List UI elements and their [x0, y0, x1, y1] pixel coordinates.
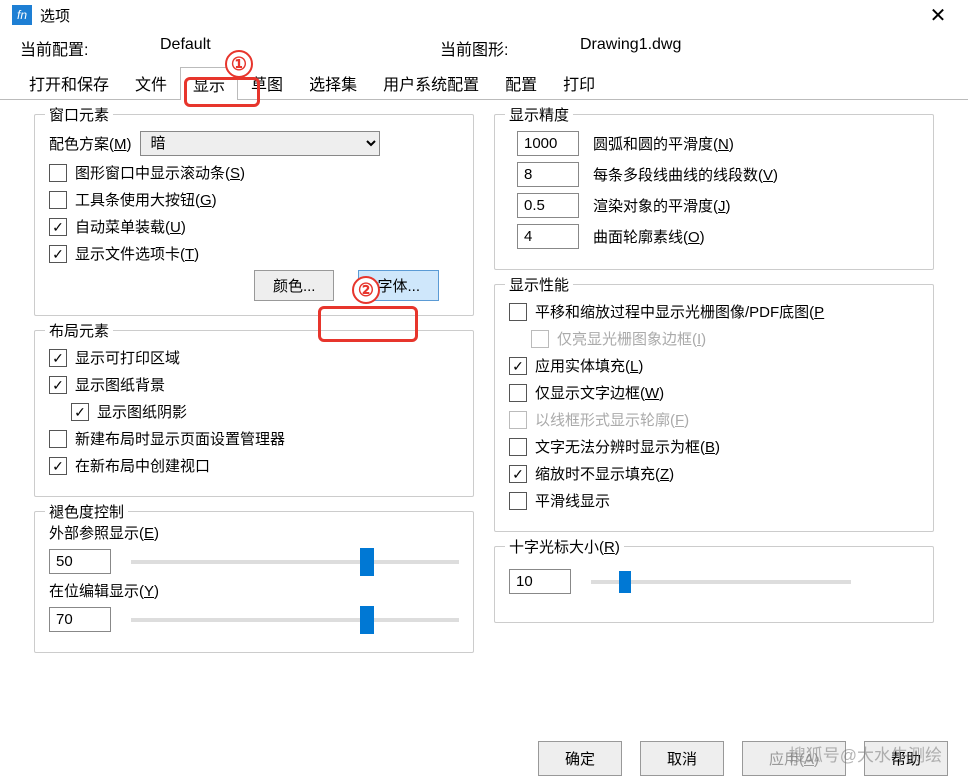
apply-button: 应用(A) — [742, 741, 846, 776]
file-tabs-label: 显示文件选项卡(T) — [75, 243, 199, 264]
app-icon: fn — [12, 5, 32, 25]
tab-bar: 打开和保存 文件 显示 草图 选择集 用户系统配置 配置 打印 — [0, 66, 968, 100]
highlight-frame-checkbox — [531, 330, 549, 348]
group-precision-title: 显示精度 — [505, 104, 573, 125]
group-fade-control: 褪色度控制 外部参照显示(E) 在位编辑显示(Y) — [34, 511, 474, 653]
text-frame-checkbox[interactable] — [509, 384, 527, 402]
group-precision: 显示精度 圆弧和圆的平滑度(N) 每条多段线曲线的线段数(V) 渲染对象的平滑度… — [494, 114, 934, 270]
cancel-button[interactable]: 取消 — [640, 741, 724, 776]
wireframe-label: 以线框形式显示轮廓(F) — [535, 409, 689, 430]
tab-open-save[interactable]: 打开和保存 — [16, 66, 122, 99]
current-drawing-label: 当前图形: — [440, 36, 580, 60]
surface-contour-input[interactable] — [517, 224, 579, 249]
crosshair-thumb[interactable] — [619, 571, 631, 593]
current-drawing-value: Drawing1.dwg — [580, 36, 860, 60]
render-smoothness-input[interactable] — [517, 193, 579, 218]
polyline-segments-label: 每条多段线曲线的线段数(V) — [593, 164, 778, 185]
arc-smoothness-input[interactable] — [517, 131, 579, 156]
smooth-lines-checkbox[interactable] — [509, 492, 527, 510]
no-fill-zoom-checkbox[interactable] — [509, 465, 527, 483]
tab-display[interactable]: 显示 — [180, 67, 238, 100]
large-buttons-label: 工具条使用大按钮(G) — [75, 189, 217, 210]
no-fill-zoom-label: 缩放时不显示填充(Z) — [535, 463, 674, 484]
font-button[interactable]: 字体... — [358, 270, 439, 301]
pan-zoom-raster-label: 平移和缩放过程中显示光栅图像/PDF底图(P — [535, 301, 824, 322]
inplace-fade-thumb[interactable] — [360, 606, 374, 634]
window-title: 选项 — [40, 5, 918, 26]
page-setup-label: 新建布局时显示页面设置管理器 — [75, 428, 285, 449]
group-window-elements: 窗口元素 配色方案(M) 暗 图形窗口中显示滚动条(S) 工具条使用大按钮(G)… — [34, 114, 474, 316]
page-setup-checkbox[interactable] — [49, 430, 67, 448]
ok-button[interactable]: 确定 — [538, 741, 622, 776]
paper-shadow-checkbox[interactable] — [71, 403, 89, 421]
group-crosshair: 十字光标大小(R) — [494, 546, 934, 623]
large-buttons-checkbox[interactable] — [49, 191, 67, 209]
paper-bg-checkbox[interactable] — [49, 376, 67, 394]
tab-draft[interactable]: 草图 — [238, 66, 296, 99]
crosshair-input[interactable] — [509, 569, 571, 594]
inplace-fade-slider[interactable] — [131, 618, 459, 622]
crosshair-slider[interactable] — [591, 580, 851, 584]
pan-zoom-raster-checkbox[interactable] — [509, 303, 527, 321]
tab-user-config[interactable]: 用户系统配置 — [370, 66, 492, 99]
tab-selection[interactable]: 选择集 — [296, 66, 370, 99]
render-smoothness-label: 渲染对象的平滑度(J) — [593, 195, 731, 216]
solid-fill-label: 应用实体填充(L) — [535, 355, 643, 376]
close-icon[interactable]: ✕ — [918, 3, 958, 28]
paper-shadow-label: 显示图纸阴影 — [97, 401, 187, 422]
arc-smoothness-label: 圆弧和圆的平滑度(N) — [593, 133, 734, 154]
polyline-segments-input[interactable] — [517, 162, 579, 187]
color-scheme-label: 配色方案(M) — [49, 133, 132, 154]
scrollbar-label: 图形窗口中显示滚动条(S) — [75, 162, 245, 183]
highlight-frame-label: 仅亮显光栅图象边框(I) — [557, 328, 706, 349]
group-performance: 显示性能 平移和缩放过程中显示光栅图像/PDF底图(P 仅亮显光栅图象边框(I)… — [494, 284, 934, 532]
wireframe-checkbox — [509, 411, 527, 429]
smooth-lines-label: 平滑线显示 — [535, 490, 610, 511]
help-button[interactable]: 帮助 — [864, 741, 948, 776]
group-performance-title: 显示性能 — [505, 274, 573, 295]
inplace-fade-input[interactable] — [49, 607, 111, 632]
tab-config[interactable]: 配置 — [492, 66, 550, 99]
xref-fade-input[interactable] — [49, 549, 111, 574]
create-viewport-checkbox[interactable] — [49, 457, 67, 475]
tab-print[interactable]: 打印 — [550, 66, 608, 99]
group-layout-elements-title: 布局元素 — [45, 320, 113, 341]
xref-fade-label: 外部参照显示(E) — [49, 522, 459, 543]
scrollbar-checkbox[interactable] — [49, 164, 67, 182]
file-tabs-checkbox[interactable] — [49, 245, 67, 263]
auto-menu-label: 自动菜单装载(U) — [75, 216, 186, 237]
auto-menu-checkbox[interactable] — [49, 218, 67, 236]
xref-fade-slider[interactable] — [131, 560, 459, 564]
header-row: 当前配置: Default 当前图形: Drawing1.dwg — [0, 30, 968, 66]
group-layout-elements: 布局元素 显示可打印区域 显示图纸背景 显示图纸阴影 新建布局时显示页面设置管理… — [34, 330, 474, 497]
text-boxes-label: 文字无法分辨时显示为框(B) — [535, 436, 720, 457]
group-window-elements-title: 窗口元素 — [45, 104, 113, 125]
current-profile-value: Default — [160, 36, 440, 60]
xref-fade-thumb[interactable] — [360, 548, 374, 576]
surface-contour-label: 曲面轮廓素线(O) — [593, 226, 705, 247]
create-viewport-label: 在新布局中创建视口 — [75, 455, 210, 476]
current-profile-label: 当前配置: — [20, 36, 160, 60]
titlebar: fn 选项 ✕ — [0, 0, 968, 30]
color-scheme-select[interactable]: 暗 — [140, 131, 380, 156]
group-fade-control-title: 褪色度控制 — [45, 501, 128, 522]
inplace-fade-label: 在位编辑显示(Y) — [49, 580, 459, 601]
paper-bg-label: 显示图纸背景 — [75, 374, 165, 395]
text-frame-label: 仅显示文字边框(W) — [535, 382, 664, 403]
print-area-label: 显示可打印区域 — [75, 347, 180, 368]
dialog-footer: 确定 取消 应用(A) 帮助 — [538, 741, 948, 776]
tab-file[interactable]: 文件 — [122, 66, 180, 99]
group-crosshair-title: 十字光标大小(R) — [505, 536, 624, 557]
print-area-checkbox[interactable] — [49, 349, 67, 367]
color-button[interactable]: 颜色... — [254, 270, 335, 301]
solid-fill-checkbox[interactable] — [509, 357, 527, 375]
text-boxes-checkbox[interactable] — [509, 438, 527, 456]
